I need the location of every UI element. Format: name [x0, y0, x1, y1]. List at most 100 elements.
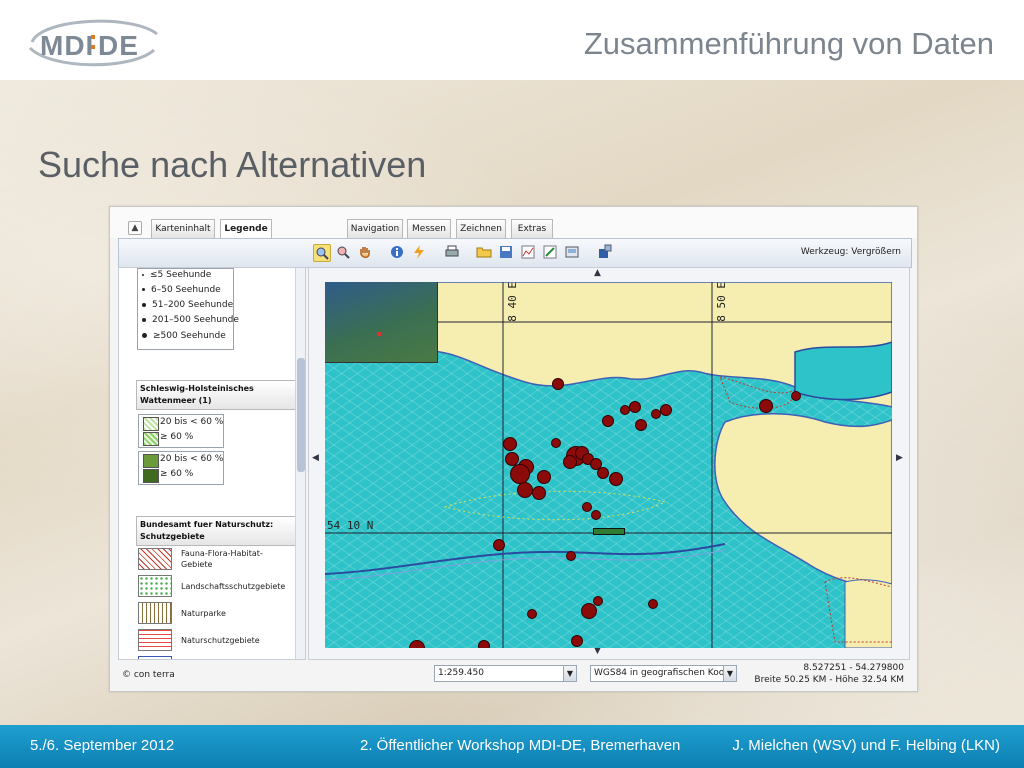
legend-section-title: Schleswig-Holsteinisches Wattenmeer (1) — [136, 380, 296, 410]
legend-symbol — [138, 656, 172, 659]
seal-point-marker[interactable] — [759, 399, 773, 413]
scale-select[interactable]: 1:259.450 ▼ — [434, 665, 577, 682]
footer-date: 5./6. September 2012 — [30, 737, 175, 754]
legend-item: 51–200 Seehunde — [142, 300, 233, 310]
legend-symbol — [138, 602, 172, 624]
tab-navigation[interactable]: Navigation — [347, 219, 403, 238]
map-toolbar: Werkzeug: Vergrößern — [118, 238, 912, 268]
save-button[interactable] — [498, 244, 514, 260]
seal-point-marker[interactable] — [648, 599, 658, 609]
seal-point-marker[interactable] — [791, 391, 801, 401]
seal-point-marker[interactable] — [629, 401, 641, 413]
grid-label: 8 40 E — [506, 282, 519, 322]
legend-scrollbar[interactable] — [295, 268, 305, 659]
legend-label: Naturschutzgebiete — [181, 636, 260, 645]
pan-north-arrow[interactable]: ▲ — [594, 268, 601, 278]
legend-item: ≤5 Seehunde — [142, 270, 211, 280]
seal-point-marker[interactable] — [493, 539, 505, 551]
seal-point-marker[interactable] — [551, 438, 561, 448]
seal-point-marker[interactable] — [566, 551, 576, 561]
seal-point-marker[interactable] — [532, 486, 546, 500]
legend-label: 20 bis < 60 % — [160, 417, 224, 427]
seal-point-marker[interactable] — [563, 455, 577, 469]
cursor-coordinates: 8.527251 - 54.279800 — [803, 663, 904, 673]
chevron-down-icon: ▼ — [723, 666, 736, 681]
zoom-out-icon — [337, 246, 350, 259]
zoom-in-icon — [316, 247, 329, 260]
seal-point-marker[interactable] — [602, 415, 614, 427]
seal-point-marker[interactable] — [609, 472, 623, 486]
seal-point-marker[interactable] — [635, 419, 647, 431]
seal-point-marker[interactable] — [552, 378, 564, 390]
pan-west-arrow[interactable]: ◀ — [312, 453, 319, 463]
seal-point-marker[interactable] — [597, 467, 609, 479]
edit-button[interactable] — [542, 244, 558, 260]
scrollbar-thumb[interactable] — [297, 358, 305, 472]
folder-icon — [476, 247, 492, 258]
seal-point-marker[interactable] — [593, 596, 603, 606]
seal-point-marker[interactable] — [478, 640, 490, 648]
logo-dot — [91, 45, 95, 49]
seal-point-marker[interactable] — [527, 609, 537, 619]
tool-status: Werkzeug: Vergrößern — [800, 247, 901, 257]
edit-icon — [543, 245, 557, 259]
legend-symbol — [143, 417, 159, 431]
seal-point-marker[interactable] — [537, 470, 551, 484]
logo-text-de: DE — [98, 30, 139, 61]
overview-extent-marker — [377, 332, 381, 336]
zoom-in-button[interactable] — [313, 244, 331, 262]
tab-bar: ▲ Karteninhalt Legende Navigation Messen… — [110, 207, 917, 239]
collapse-panel-button[interactable]: ▲ — [128, 221, 142, 235]
legend-item: 6–50 Seehunde — [142, 285, 221, 295]
tab-karteninhalt[interactable]: Karteninhalt — [151, 219, 215, 238]
legend-label: Fauna-Flora-Habitat-Gebiete — [181, 549, 263, 569]
seal-point-marker[interactable] — [517, 482, 533, 498]
tab-zeichnen[interactable]: Zeichnen — [456, 219, 506, 238]
seal-point-marker[interactable] — [510, 464, 530, 484]
grid-label: 54 10 N — [327, 519, 374, 532]
print-button[interactable] — [444, 244, 460, 260]
legend-symbol — [143, 454, 159, 468]
map-marker-bar — [593, 528, 625, 535]
legend-label: ≥ 60 % — [160, 432, 194, 442]
export-button[interactable] — [564, 244, 580, 260]
chart-button[interactable] — [520, 244, 536, 260]
legend-item: 201–500 Seehunde — [142, 315, 239, 325]
open-button[interactable] — [476, 244, 492, 260]
legend-label: Landschaftsschutzgebiete — [181, 582, 286, 591]
seal-point-marker[interactable] — [651, 409, 661, 419]
legend-symbol — [143, 469, 159, 483]
layers-button[interactable] — [597, 244, 613, 260]
slide-title: Suche nach Alternativen — [38, 144, 427, 185]
copyright: © con terra — [122, 670, 175, 680]
map-canvas[interactable]: 8 40 E 8 50 E 54 10 N — [325, 282, 892, 648]
legend-section-title: Bundesamt fuer Naturschutz: Schutzgebiet… — [136, 516, 296, 546]
zoom-out-button[interactable] — [335, 244, 351, 260]
chart-icon — [521, 245, 535, 259]
pan-button[interactable] — [357, 244, 373, 260]
crs-select[interactable]: WGS84 in geografischen Koord ▼ — [590, 665, 737, 682]
lightning-button[interactable] — [411, 244, 427, 260]
seal-point-marker[interactable] — [503, 437, 517, 451]
crs-value: WGS84 in geografischen Koord — [594, 668, 734, 678]
seal-point-marker[interactable] — [660, 404, 672, 416]
seal-point-marker[interactable] — [582, 502, 592, 512]
seal-point-marker[interactable] — [591, 510, 601, 520]
map-status-bar: © con terra 1:259.450 ▼ WGS84 in geograf… — [118, 662, 910, 686]
seal-point-marker[interactable] — [571, 635, 583, 647]
pan-east-arrow[interactable]: ▶ — [896, 453, 903, 463]
info-button[interactable] — [389, 244, 405, 260]
overview-map[interactable] — [325, 282, 438, 363]
chevron-down-icon: ▼ — [563, 666, 576, 681]
tab-messen[interactable]: Messen — [407, 219, 451, 238]
tab-legende[interactable]: Legende — [220, 219, 272, 239]
logo-text-mdi: MDI — [40, 30, 95, 61]
scale-value: 1:259.450 — [438, 668, 484, 678]
legend-label: ≥ 60 % — [160, 469, 194, 479]
pan-hand-icon — [360, 247, 370, 259]
seal-point-marker[interactable] — [581, 603, 597, 619]
legend-symbol — [143, 432, 159, 446]
legend-item: ≥500 Seehunde — [142, 331, 226, 341]
tab-extras[interactable]: Extras — [511, 219, 553, 238]
save-icon — [500, 246, 512, 258]
